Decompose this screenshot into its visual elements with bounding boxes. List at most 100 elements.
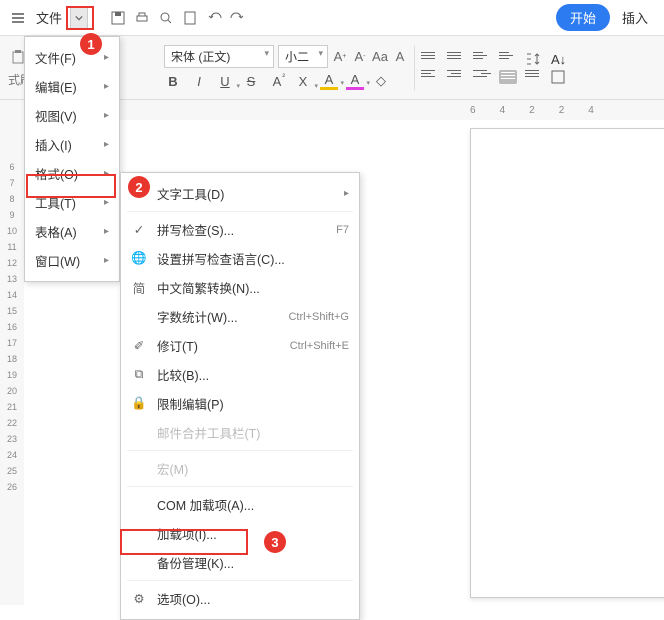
ruler-vertical-area: 67891011121314151617181920212223242526: [0, 100, 24, 605]
menu-spell-check[interactable]: ✓拼写检查(S)...F7: [121, 215, 359, 244]
main-menu-item[interactable]: 编辑(E)▸: [25, 72, 119, 101]
align-right-button[interactable]: [473, 70, 491, 84]
main-menu-item[interactable]: 窗口(W)▸: [25, 246, 119, 275]
increase-font-icon[interactable]: A+: [332, 48, 348, 66]
outdent-button[interactable]: [473, 52, 491, 66]
menu-restrict[interactable]: 🔒限制编辑(P): [121, 389, 359, 418]
ruler-tick: 22: [7, 418, 17, 428]
strike-button[interactable]: S: [242, 72, 260, 90]
ruler-tick: 16: [7, 322, 17, 332]
align-center-button[interactable]: [447, 70, 465, 84]
gear-icon: ⚙: [131, 591, 147, 607]
save-icon[interactable]: [108, 8, 128, 28]
ruler-tick: 8: [9, 194, 14, 204]
font-size-select[interactable]: 小二: [278, 45, 328, 68]
superscript-button[interactable]: A: [268, 72, 286, 90]
ruler-tick: 17: [7, 338, 17, 348]
highlight-button[interactable]: A: [320, 72, 338, 90]
distribute-button[interactable]: [525, 70, 543, 84]
document-page[interactable]: [470, 128, 664, 598]
number-list-button[interactable]: [447, 52, 465, 66]
align-left-button[interactable]: [421, 70, 439, 84]
ruler-tick: 14: [7, 290, 17, 300]
italic-button[interactable]: I: [190, 72, 208, 90]
top-toolbar: 文件 开始 插入: [0, 0, 664, 36]
print-icon[interactable]: [132, 8, 152, 28]
ruler-tick: 2: [559, 105, 565, 116]
start-button[interactable]: 开始: [556, 4, 610, 31]
menu-macro: 宏(M): [121, 454, 359, 483]
ruler-tick: 4: [588, 105, 594, 116]
change-case-icon[interactable]: Aa: [372, 48, 388, 66]
ruler-tick: 13: [7, 274, 17, 284]
main-menu-item[interactable]: 文件(F)▸: [25, 43, 119, 72]
ruler-tick: 20: [7, 386, 17, 396]
menu-compare[interactable]: ⧉比较(B)...: [121, 360, 359, 389]
ruler-tick: 26: [7, 482, 17, 492]
redo-icon[interactable]: [228, 8, 248, 28]
revise-icon: ✐: [131, 338, 147, 354]
ruler-tick: 24: [7, 450, 17, 460]
ruler-tick: 6: [9, 162, 14, 172]
clear-button[interactable]: ◇: [372, 72, 390, 90]
main-menu-dropdown: 文件(F)▸编辑(E)▸视图(V)▸插入(I)▸格式(O)▸工具(T)▸表格(A…: [24, 36, 120, 282]
main-menu-item[interactable]: 格式(O)▸: [25, 159, 119, 188]
pdf-icon[interactable]: [180, 8, 200, 28]
menu-revise[interactable]: ✐修订(T)Ctrl+Shift+E: [121, 331, 359, 360]
file-dropdown-icon[interactable]: [70, 6, 88, 30]
ruler-tick: 15: [7, 306, 17, 316]
spell-icon: ✓: [131, 222, 147, 238]
ruler-tick: 18: [7, 354, 17, 364]
main-menu-item[interactable]: 插入(I)▸: [25, 130, 119, 159]
convert-icon: 简: [131, 280, 147, 296]
ruler-tick: 23: [7, 434, 17, 444]
ribbon-divider: [414, 46, 415, 90]
line-spacing-button[interactable]: [525, 52, 543, 66]
decrease-font-icon[interactable]: A-: [352, 48, 368, 66]
underline-button[interactable]: U: [216, 72, 234, 90]
clear-format-icon[interactable]: A: [392, 48, 408, 66]
menu-options[interactable]: ⚙选项(O)...: [121, 584, 359, 613]
ruler-tick: 10: [7, 226, 17, 236]
text-tools-icon: ✎: [131, 186, 147, 202]
subscript-button[interactable]: X: [294, 72, 312, 90]
bold-button[interactable]: B: [164, 72, 182, 90]
globe-icon: 🌐: [131, 251, 147, 267]
menu-addon[interactable]: 加载项(I)...: [121, 519, 359, 548]
menu-spell-lang[interactable]: 🌐设置拼写检查语言(C)...: [121, 244, 359, 273]
align-justify-button[interactable]: [499, 70, 517, 84]
hamburger-icon[interactable]: [8, 8, 28, 28]
file-menu-button[interactable]: 文件: [32, 6, 66, 29]
main-menu-item[interactable]: 视图(V)▸: [25, 101, 119, 130]
ruler-tick: 7: [9, 178, 14, 188]
bullet-list-button[interactable]: [421, 52, 439, 66]
insert-tab[interactable]: 插入: [614, 8, 656, 27]
font-color-button[interactable]: A: [346, 72, 364, 90]
ruler-tick: 4: [500, 105, 506, 116]
tools-submenu: ✎文字工具(D)▸ ✓拼写检查(S)...F7 🌐设置拼写检查语言(C)... …: [120, 172, 360, 620]
file-label: 文件: [36, 8, 62, 27]
menu-cn-convert[interactable]: 简中文简繁转换(N)...: [121, 273, 359, 302]
main-menu-item[interactable]: 工具(T)▸: [25, 188, 119, 217]
ruler-tick: 2: [529, 105, 535, 116]
ruler-tick: 12: [7, 258, 17, 268]
ruler-tick: 9: [9, 210, 14, 220]
menu-com-addon[interactable]: COM 加载项(A)...: [121, 490, 359, 519]
preview-icon[interactable]: [156, 8, 176, 28]
menu-word-count[interactable]: 字数统计(W)...Ctrl+Shift+G: [121, 302, 359, 331]
menu-backup[interactable]: 备份管理(K)...: [121, 548, 359, 577]
ruler-tick: 19: [7, 370, 17, 380]
main-menu-item[interactable]: 表格(A)▸: [25, 217, 119, 246]
ruler-tick: 11: [7, 242, 16, 252]
ruler-tick: 6: [470, 105, 476, 116]
compare-icon: ⧉: [131, 367, 147, 383]
indent-button[interactable]: [499, 52, 517, 66]
menu-mailmerge: 邮件合并工具栏(T): [121, 418, 359, 447]
sort-button[interactable]: A↓: [551, 52, 569, 66]
undo-icon[interactable]: [204, 8, 224, 28]
lock-icon: 🔒: [131, 396, 147, 412]
menu-text-tools[interactable]: ✎文字工具(D)▸: [121, 179, 359, 208]
shading-button[interactable]: [551, 70, 569, 84]
ruler-tick: 21: [7, 402, 17, 412]
font-name-select[interactable]: 宋体 (正文): [164, 45, 274, 68]
